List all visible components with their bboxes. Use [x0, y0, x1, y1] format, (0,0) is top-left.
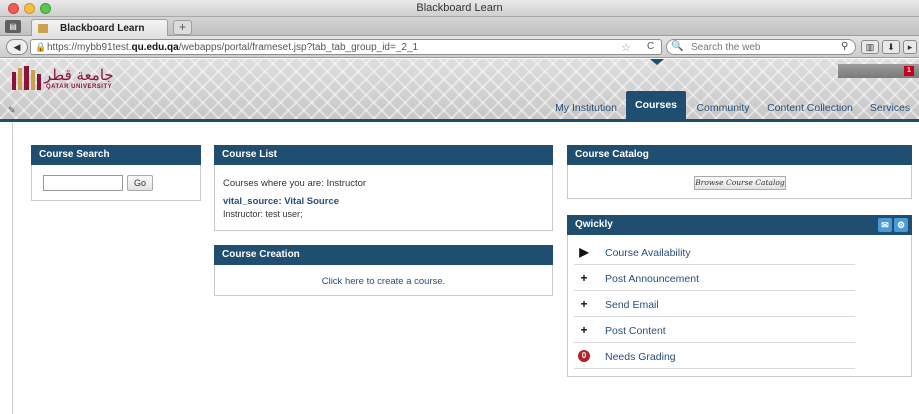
downloads-icon[interactable]: ⬇	[882, 40, 900, 54]
overflow-icon[interactable]: ▸	[903, 40, 917, 54]
tab-courses[interactable]: Courses	[626, 91, 686, 119]
course-catalog-title[interactable]: Course Catalog	[567, 145, 912, 165]
window-titlebar: Blackboard Learn	[0, 0, 919, 17]
gear-icon[interactable]: ⚙	[894, 218, 908, 232]
browse-catalog-button[interactable]: Browse Course Catalog	[694, 176, 786, 190]
qwickly-item-label[interactable]: Send Email	[605, 299, 659, 311]
plus-icon: +	[580, 271, 588, 285]
count-badge-icon: 0	[578, 350, 590, 362]
course-search-title[interactable]: Course Search	[31, 145, 201, 165]
course-search-go-button[interactable]: Go	[127, 175, 153, 191]
course-catalog-module: Course Catalog Browse Course Catalog	[567, 145, 912, 199]
active-tab-pointer	[650, 59, 664, 65]
qwickly-title[interactable]: Qwickly ✉ ⚙	[567, 215, 912, 235]
course-list-title[interactable]: Course List	[214, 145, 553, 165]
qwickly-item-label[interactable]: Course Availability	[605, 247, 691, 259]
triangle-right-icon: ▶	[579, 245, 589, 259]
course-creation-module: Course Creation Click here to create a c…	[214, 245, 553, 296]
tab-community[interactable]: Community	[693, 97, 753, 119]
window-title: Blackboard Learn	[416, 2, 503, 14]
browser-nav-bar: ◀ 🔒 https://mybb91test.qu.edu.qa/webapps…	[0, 36, 919, 58]
qwickly-tools: ✉ ⚙	[878, 218, 908, 232]
chat-bubble-icon[interactable]: ✉	[878, 218, 892, 232]
qwickly-item-course-availability[interactable]: ▶ Course Availability	[574, 241, 855, 265]
blackboard-tabs: My Institution Courses Community Content…	[0, 59, 919, 119]
qwickly-item-label[interactable]: Needs Grading	[605, 351, 676, 363]
web-search-placeholder: Search the web	[691, 42, 761, 53]
url-text: https://mybb91test.qu.edu.qa/webapps/por…	[47, 42, 419, 53]
qwickly-title-text: Qwickly	[575, 219, 613, 230]
back-button[interactable]: ◀	[6, 39, 28, 55]
qwickly-item-label[interactable]: Post Content	[605, 325, 666, 337]
course-instructor-text: Instructor: test user;	[223, 209, 303, 219]
tab-services[interactable]: Services	[866, 97, 914, 119]
qwickly-item-send-email[interactable]: + Send Email	[574, 293, 855, 317]
qwickly-item-needs-grading[interactable]: 0 Needs Grading	[574, 345, 855, 369]
course-search-input[interactable]	[43, 175, 123, 191]
qwickly-item-label[interactable]: Post Announcement	[605, 273, 699, 285]
course-role-text: Courses where you are: Instructor	[223, 178, 367, 189]
tab-my-institution[interactable]: My Institution	[553, 97, 619, 119]
lock-icon: 🔒	[35, 42, 47, 52]
plus-icon: +	[580, 297, 588, 311]
plus-icon: +	[580, 323, 588, 337]
course-creation-title[interactable]: Course Creation	[214, 245, 553, 265]
qwickly-item-post-announcement[interactable]: + Post Announcement	[574, 267, 855, 291]
web-search-box[interactable]: 🔍 Search the web ⚲	[666, 39, 856, 55]
course-link[interactable]: vital_source: Vital Source	[223, 196, 339, 207]
search-engine-icon[interactable]: 🔍	[671, 41, 683, 52]
new-tab-button[interactable]: +	[173, 20, 192, 35]
back-icon: ◀	[13, 42, 21, 52]
magnifier-icon[interactable]: ⚲	[841, 41, 848, 52]
reload-icon[interactable]: C	[647, 41, 654, 52]
browser-tab-bar: ▤ Blackboard Learn +	[0, 17, 919, 36]
browser-tab-label: Blackboard Learn	[60, 23, 145, 34]
browser-tab-blackboard[interactable]: Blackboard Learn	[31, 19, 168, 36]
tab-groups-icon[interactable]: ▤	[5, 20, 21, 33]
content-frame: Course Search Go Course List Courses whe…	[12, 122, 919, 414]
favicon-icon	[38, 24, 48, 33]
course-list-module: Course List Courses where you are: Instr…	[214, 145, 553, 231]
tab-content-collection[interactable]: Content Collection	[764, 97, 856, 119]
bookmarks-icon[interactable]: ▥	[861, 40, 879, 54]
qwickly-module: Qwickly ✉ ⚙ ▶ Course Availability + Post…	[567, 215, 912, 377]
qwickly-item-post-content[interactable]: + Post Content	[574, 319, 855, 343]
create-course-link[interactable]: Click here to create a course.	[215, 276, 552, 287]
address-bar[interactable]: 🔒 https://mybb91test.qu.edu.qa/webapps/p…	[30, 39, 662, 55]
star-icon[interactable]: ☆	[621, 41, 631, 54]
course-search-module: Course Search Go	[31, 145, 201, 201]
